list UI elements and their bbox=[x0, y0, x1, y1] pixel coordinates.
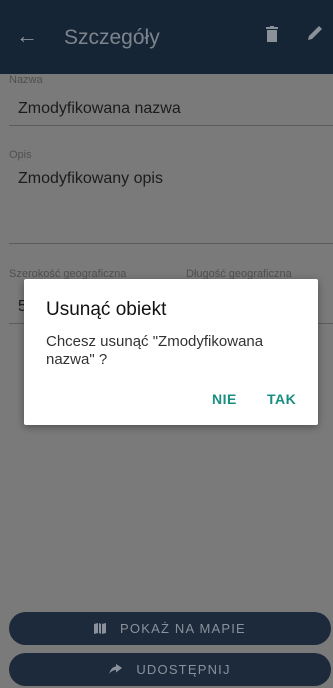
dialog-no-button[interactable]: NIE bbox=[212, 391, 237, 407]
description-label: Opis bbox=[9, 149, 32, 161]
name-field[interactable]: Zmodyfikowana nazwa bbox=[18, 100, 181, 118]
description-field[interactable]: Zmodyfikowany opis bbox=[18, 170, 163, 188]
dialog-message: Chcesz usunąć "Zmodyfikowana nazwa" ? bbox=[46, 333, 264, 368]
name-underline bbox=[9, 125, 333, 126]
share-label: UDOSTĘPNIJ bbox=[136, 662, 231, 677]
show-on-map-label: POKAŻ NA MAPIE bbox=[120, 621, 246, 636]
dialog-title: Usunąć obiekt bbox=[46, 299, 167, 320]
page-title: Szczegóły bbox=[64, 26, 160, 49]
share-button[interactable]: UDOSTĘPNIJ bbox=[9, 653, 331, 686]
map-icon bbox=[94, 623, 107, 634]
share-icon bbox=[109, 664, 123, 675]
trash-icon[interactable] bbox=[266, 26, 278, 47]
description-underline bbox=[9, 243, 333, 244]
back-arrow-icon[interactable]: ← bbox=[16, 24, 38, 48]
dialog-yes-button[interactable]: TAK bbox=[267, 391, 296, 407]
app-bar: ← Szczegóły bbox=[0, 0, 333, 74]
show-on-map-button[interactable]: POKAŻ NA MAPIE bbox=[9, 612, 331, 645]
delete-confirmation-dialog: Usunąć obiekt Chcesz usunąć "Zmodyfikowa… bbox=[24, 279, 318, 425]
name-label: Nazwa bbox=[9, 74, 43, 86]
pencil-icon[interactable] bbox=[306, 24, 324, 47]
